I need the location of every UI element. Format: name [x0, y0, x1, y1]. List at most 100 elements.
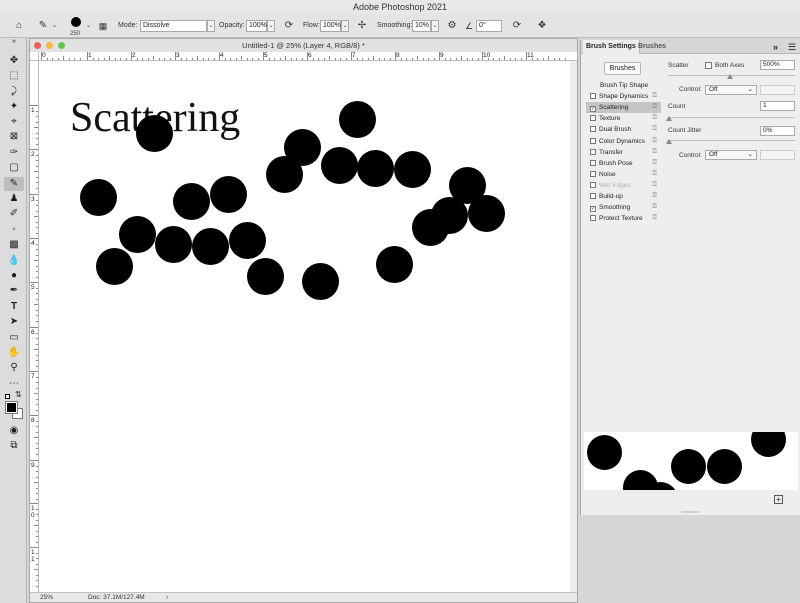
opacity-dropdown-icon[interactable]: ⌄	[267, 20, 275, 32]
checkbox-checked-icon[interactable]: ✓	[590, 206, 596, 213]
home-icon[interactable]: ⌂	[12, 19, 26, 33]
lock-icon[interactable]: ⚿	[652, 102, 657, 113]
lock-icon[interactable]: ⚿	[652, 202, 657, 213]
checkbox-icon[interactable]	[590, 148, 596, 155]
scatter-slider-thumb[interactable]	[727, 74, 733, 79]
path-selection-tool-icon[interactable]: ➤	[4, 315, 24, 329]
count-input[interactable]: 1	[760, 101, 795, 111]
smoothing-input[interactable]: 10%	[412, 20, 431, 32]
brush-option-build-up[interactable]: Build-up ⚿	[586, 191, 661, 202]
tab-brushes[interactable]: Brushes	[635, 40, 669, 54]
pressure-size-icon[interactable]: ⟳	[510, 19, 524, 33]
lock-icon[interactable]: ⚿	[652, 158, 657, 169]
checkbox-icon[interactable]	[590, 181, 596, 188]
angle-input[interactable]: 0°	[476, 20, 502, 32]
more-tools-icon[interactable]: ⋯	[4, 377, 24, 391]
tool-preset-caret[interactable]: ⌄	[52, 14, 57, 38]
default-colors-icon[interactable]	[5, 394, 10, 399]
checkbox-icon[interactable]	[590, 115, 596, 122]
brush-option-protect-texture[interactable]: Protect Texture ⚿	[586, 213, 661, 224]
blur-tool-icon[interactable]: 💧	[4, 254, 24, 268]
frame-tool-icon[interactable]: ⊠	[4, 130, 24, 144]
doc-size-info[interactable]: Doc: 37.1M/127.4M	[88, 593, 145, 602]
panel-menu-icon[interactable]: ☰	[788, 40, 796, 54]
brush-panel-toggle-icon[interactable]: ▦	[96, 19, 110, 33]
brush-tool-icon[interactable]: ✎	[4, 177, 24, 191]
opacity-input[interactable]: 100%	[246, 20, 267, 32]
lock-icon[interactable]: ⚿	[652, 136, 657, 147]
panel-collapse-icon[interactable]: »	[4, 38, 24, 46]
checkbox-checked-icon[interactable]: ✓	[590, 106, 596, 113]
dodge-tool-icon[interactable]: ●	[4, 269, 24, 283]
clone-stamp-tool-icon[interactable]: ♟	[4, 192, 24, 206]
brushes-button[interactable]: Brushes	[604, 62, 641, 75]
ruler-origin[interactable]	[30, 52, 39, 61]
foreground-color-swatch[interactable]	[5, 401, 18, 414]
brush-option-transfer[interactable]: Transfer ⚿	[586, 147, 661, 158]
brush-option-smoothing[interactable]: ✓ Smoothing ⚿	[586, 202, 661, 213]
crop-tool-icon[interactable]: ⌖	[4, 115, 24, 129]
brush-option-shape-dynamics[interactable]: Shape Dynamics ⚿	[586, 91, 661, 102]
lock-icon[interactable]: ⚿	[652, 147, 657, 158]
rectangle-tool-icon[interactable]: ▭	[4, 331, 24, 345]
vertical-scrollbar[interactable]	[570, 61, 577, 592]
count-jitter-slider-thumb[interactable]	[666, 139, 672, 144]
zoom-level[interactable]: 25%	[40, 593, 53, 602]
close-window-button[interactable]	[34, 42, 41, 49]
eyedropper-tool-icon[interactable]: ✑	[4, 146, 24, 160]
lock-icon[interactable]: ⚿	[652, 113, 657, 124]
lock-icon[interactable]: ⚿	[652, 91, 657, 102]
panel-collapse-icon[interactable]: »	[773, 40, 778, 54]
smoothing-dropdown-icon[interactable]: ⌄	[431, 20, 439, 32]
flow-dropdown-icon[interactable]: ⌄	[341, 20, 349, 32]
type-tool-icon[interactable]: T	[4, 300, 24, 314]
pressure-opacity-icon[interactable]: ⟳	[282, 19, 296, 33]
magic-wand-tool-icon[interactable]: ✦	[4, 100, 24, 114]
brush-option-texture[interactable]: Texture ⚿	[586, 113, 661, 124]
create-new-brush-icon[interactable]: +	[774, 495, 783, 504]
move-tool-icon[interactable]: ✥	[4, 54, 24, 68]
lock-icon[interactable]: ⚿	[652, 169, 657, 180]
mode-select[interactable]: Dissolve	[140, 20, 207, 32]
marquee-tool-icon[interactable]: ⬚	[4, 69, 24, 83]
quick-mask-icon[interactable]: ◉	[4, 424, 24, 438]
status-menu-icon[interactable]: ›	[166, 593, 168, 602]
mode-dropdown-icon[interactable]: ⌄	[207, 20, 215, 32]
both-axes-checkbox[interactable]	[705, 62, 712, 69]
airbrush-icon[interactable]: ✢	[355, 19, 369, 33]
brush-option-brush-pose[interactable]: Brush Pose ⚿	[586, 158, 661, 169]
canvas[interactable]: Scattering	[39, 61, 570, 592]
eraser-tool-icon[interactable]: ◦	[4, 223, 24, 237]
lock-icon[interactable]: ⚿	[652, 213, 657, 224]
vertical-ruler[interactable]: 1 2 3 4 5 6 7 8 9 1 0 1 1	[30, 61, 39, 592]
control-select[interactable]: Off ⌄	[705, 85, 757, 95]
count-slider-thumb[interactable]	[666, 116, 672, 121]
checkbox-icon[interactable]	[590, 126, 596, 133]
checkbox-icon[interactable]	[590, 159, 596, 166]
minimize-window-button[interactable]	[46, 42, 53, 49]
brush-option-dual-brush[interactable]: Dual Brush ⚿	[586, 124, 661, 135]
screen-mode-icon[interactable]: ⧉	[4, 439, 24, 453]
pen-tool-icon[interactable]: ✒	[4, 284, 24, 298]
brush-picker-caret[interactable]: ⌄	[86, 14, 91, 38]
gradient-tool-icon[interactable]: ▩	[4, 238, 24, 252]
count-jitter-input[interactable]: 0%	[760, 126, 795, 136]
checkbox-icon[interactable]	[590, 170, 596, 177]
brush-icon[interactable]: ✎	[36, 19, 50, 33]
lock-icon[interactable]: ⚿	[652, 124, 657, 135]
brush-option-noise[interactable]: Noise ⚿	[586, 169, 661, 180]
panel-grip[interactable]	[681, 511, 699, 513]
tab-brush-settings[interactable]: Brush Settings	[583, 40, 640, 54]
horizontal-ruler[interactable]: 0 1 2 3 4 5 6 7 8 9 10 11	[39, 52, 577, 61]
checkbox-icon[interactable]	[590, 215, 596, 222]
scatter-input[interactable]: 500%	[760, 60, 795, 70]
flow-input[interactable]: 100%	[320, 20, 341, 32]
zoom-tool-icon[interactable]: ⚲	[4, 361, 24, 375]
healing-brush-tool-icon[interactable]: ▢	[4, 161, 24, 175]
lock-icon[interactable]: ⚿	[652, 180, 657, 191]
checkbox-icon[interactable]	[590, 93, 596, 100]
lock-icon[interactable]: ⚿	[652, 191, 657, 202]
count-slider[interactable]	[668, 117, 795, 118]
brush-option-color-dynamics[interactable]: Color Dynamics ⚿	[586, 136, 661, 147]
control-2-select[interactable]: Off ⌄	[705, 150, 757, 160]
